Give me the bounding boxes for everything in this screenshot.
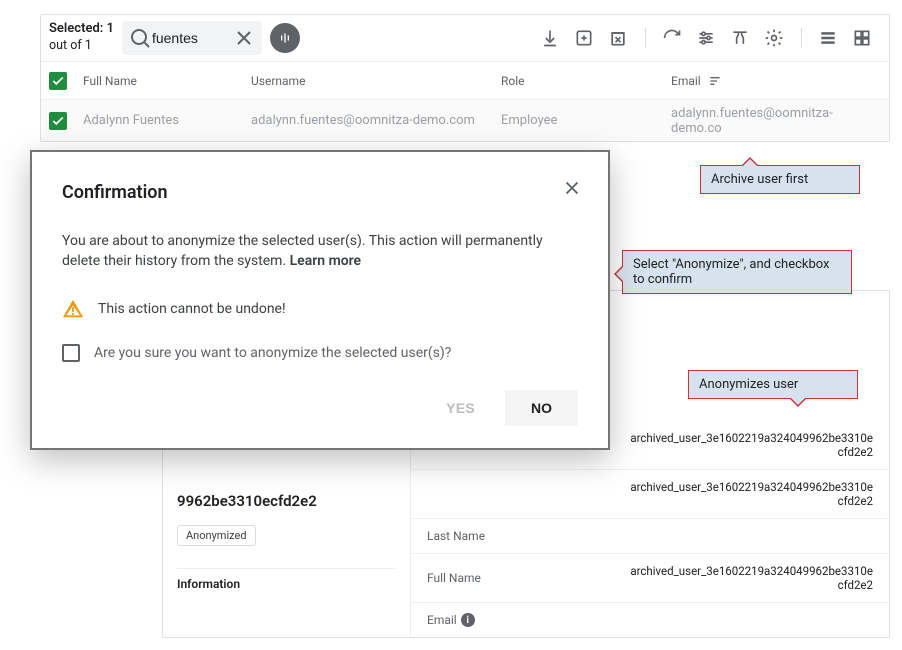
close-icon[interactable] — [558, 174, 586, 202]
detail-row: archived_user_3e1602219a324049962be3310e… — [411, 469, 889, 518]
detail-value: archived_user_3e1602219a324049962be3310e… — [627, 431, 873, 459]
detail-value: archived_user_3e1602219a324049962be3310e… — [627, 564, 873, 592]
delete-icon[interactable] — [603, 23, 633, 53]
anonymized-badge: Anonymized — [177, 525, 256, 546]
info-icon[interactable]: i — [461, 613, 475, 627]
detail-label: Last Name — [427, 529, 627, 543]
clear-search-icon[interactable] — [232, 26, 256, 50]
warning-icon — [62, 298, 84, 320]
header-username-label: Username — [251, 74, 305, 88]
learn-more-link[interactable]: Learn more — [290, 253, 361, 269]
header-checkbox-cell[interactable] — [49, 72, 83, 90]
search-field[interactable] — [122, 21, 262, 55]
row-checkbox[interactable] — [49, 112, 67, 130]
header-role[interactable]: Role — [501, 74, 671, 88]
modal-confirm-row: Are you sure you want to anonymize the s… — [62, 344, 578, 362]
search-icon — [128, 26, 152, 50]
selection-info: Selected: 1 out of 1 — [49, 21, 114, 54]
callout-text: Anonymizes user — [699, 377, 798, 392]
confirmation-modal: Confirmation You are about to anonymize … — [30, 150, 610, 450]
header-username[interactable]: Username — [251, 74, 501, 88]
no-button[interactable]: NO — [505, 390, 578, 426]
callout-text: Select "Anonymize", and checkbox to conf… — [633, 257, 830, 287]
email-label-text: Email — [427, 613, 457, 627]
detail-label: Full Name — [427, 571, 627, 585]
header-fullname[interactable]: Full Name — [83, 74, 251, 88]
table-header: Full Name Username Role Email — [41, 61, 889, 99]
callout-text: Archive user first — [711, 172, 808, 187]
detail-row: Full Name archived_user_3e1602219a324049… — [411, 553, 889, 602]
toolbar-divider — [637, 23, 653, 53]
settings-icon[interactable] — [759, 23, 789, 53]
callout-archive: Archive user first — [700, 165, 860, 194]
voice-search-button[interactable] — [270, 23, 300, 53]
header-email[interactable]: Email — [671, 73, 877, 89]
cell-username: adalynn.fuentes@oomnitza-demo.com — [251, 113, 501, 128]
users-list-panel: Selected: 1 out of 1 — [40, 14, 890, 142]
out-of-count: out of 1 — [49, 38, 92, 53]
cell-email: adalynn.fuentes@oomnitza-demo.co — [671, 106, 877, 136]
table-row[interactable]: Adalynn Fuentes adalynn.fuentes@oomnitza… — [41, 99, 889, 141]
information-section-label: Information — [177, 568, 396, 591]
callout-anonymizes: Anonymizes user — [688, 370, 858, 399]
detail-value: archived_user_3e1602219a324049962be3310e… — [627, 480, 873, 508]
detail-row: Email i — [411, 602, 889, 637]
refresh-icon[interactable] — [657, 23, 687, 53]
grid-view-icon[interactable] — [847, 23, 877, 53]
yes-button[interactable]: YES — [436, 392, 485, 424]
confirm-question-text: Are you sure you want to anonymize the s… — [94, 345, 451, 361]
search-input[interactable] — [152, 30, 232, 46]
cell-fullname: Adalynn Fuentes — [83, 113, 251, 128]
detail-row: Last Name — [411, 518, 889, 553]
warning-text: This action cannot be undone! — [98, 301, 286, 317]
modal-warning-row: This action cannot be undone! — [62, 298, 578, 320]
add-icon[interactable] — [569, 23, 599, 53]
cell-role: Employee — [501, 113, 671, 128]
tune-icon[interactable] — [691, 23, 721, 53]
callout-select-anonymize: Select "Anonymize", and checkbox to conf… — [622, 250, 852, 294]
toolbar-divider — [793, 23, 809, 53]
sort-icon — [707, 73, 723, 89]
toolbar-actions — [535, 23, 877, 53]
header-fullname-label: Full Name — [83, 74, 137, 88]
header-email-label: Email — [671, 74, 701, 88]
list-view-icon[interactable] — [813, 23, 843, 53]
detail-label: Email i — [427, 613, 627, 627]
modal-body: You are about to anonymize the selected … — [62, 231, 578, 272]
selected-count: Selected: 1 — [49, 21, 114, 36]
download-icon[interactable] — [535, 23, 565, 53]
toolbar: Selected: 1 out of 1 — [41, 15, 889, 61]
select-all-checkbox[interactable] — [49, 72, 67, 90]
anonymized-name: 9962be3310ecfd2e2 — [177, 491, 396, 511]
header-role-label: Role — [501, 74, 525, 88]
modal-title: Confirmation — [62, 182, 578, 203]
filter-icon[interactable] — [725, 23, 755, 53]
modal-actions: YES NO — [62, 390, 578, 426]
confirm-checkbox[interactable] — [62, 344, 80, 362]
